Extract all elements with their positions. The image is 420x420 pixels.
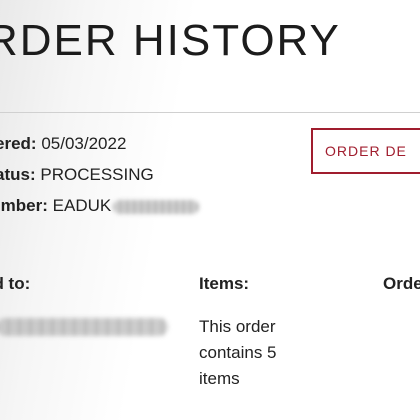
- order-status-label: Status:: [0, 165, 36, 184]
- order-number-value: EADUK: [52, 196, 112, 215]
- redacted-order-number: [113, 199, 200, 214]
- order-history-page: RDER HISTORY rdered: 05/03/2022 Status: …: [0, 0, 420, 420]
- order-date-label: rdered:: [0, 134, 37, 153]
- order-number-label: Number:: [0, 196, 48, 215]
- items-heading: Items:: [199, 274, 250, 293]
- shipped-to-heading: ed to:: [0, 274, 31, 293]
- order-status-row: Status: PROCESSING: [0, 165, 154, 185]
- order-date-value: 05/03/2022: [41, 134, 127, 153]
- order-details-button[interactable]: ORDER DE: [311, 128, 420, 174]
- order-total-heading: Orde: [383, 274, 420, 293]
- items-summary: This order contains 5 items: [199, 317, 277, 388]
- header-divider: [0, 112, 420, 113]
- order-number-row: Number: EADUK: [0, 196, 200, 216]
- redacted-shipping-email: [0, 318, 168, 336]
- order-date-row: rdered: 05/03/2022: [0, 134, 126, 154]
- order-status-value: PROCESSING: [40, 165, 154, 184]
- page-title: RDER HISTORY: [0, 16, 341, 65]
